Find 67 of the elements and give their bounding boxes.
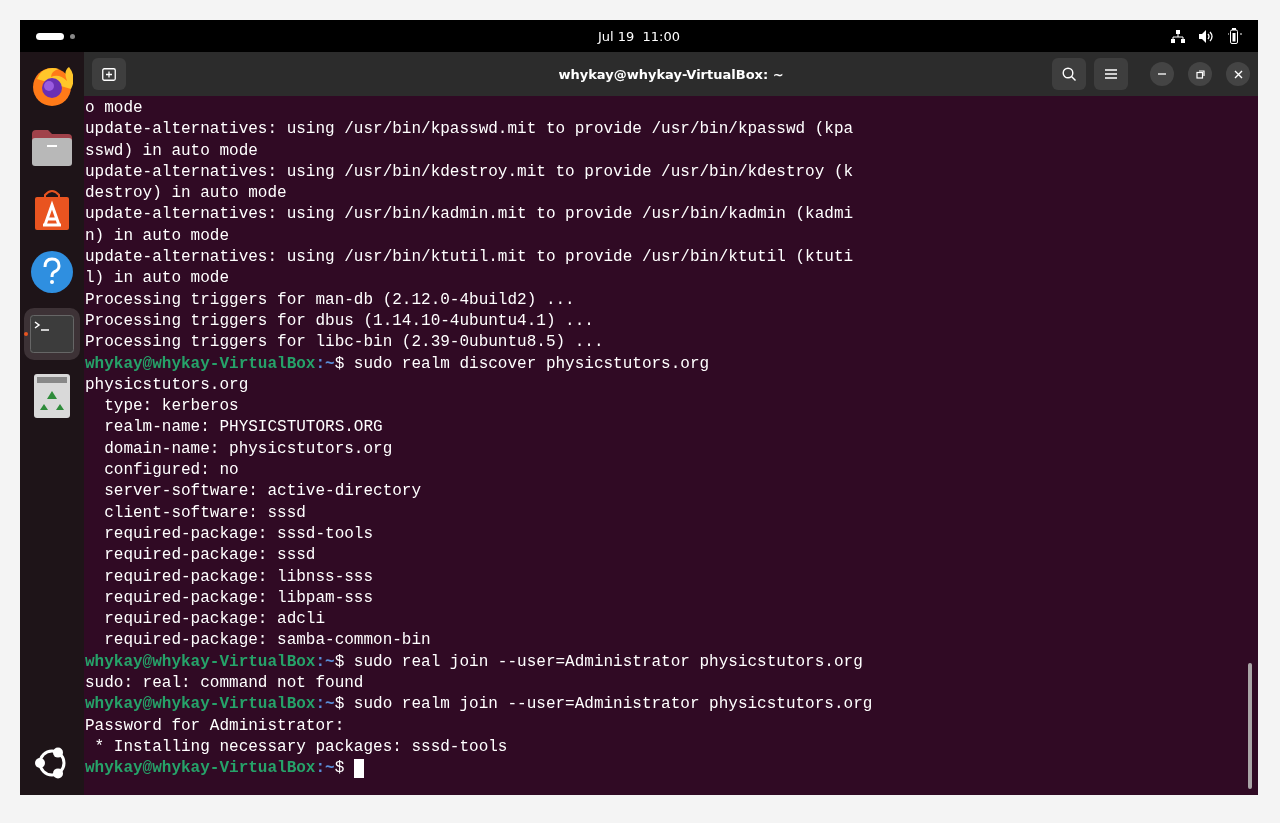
terminal-output-line: sswd) in auto mode <box>85 140 258 162</box>
recycle-bin-icon <box>34 374 70 418</box>
terminal-output-line: Processing triggers for dbus (1.14.10-4ubuntu4.1) ... <box>85 310 594 332</box>
prompt-path: :~ <box>315 353 335 375</box>
terminal-output-line: required-package: sssd <box>103 545 316 567</box>
volume-icon[interactable] <box>1199 29 1214 43</box>
prompt-path: :~ <box>315 694 335 716</box>
terminal-output-line: required-package: libpam-sss <box>103 587 374 609</box>
workspace-indicator[interactable] <box>36 32 64 40</box>
scrollbar-thumb[interactable] <box>1248 663 1252 789</box>
terminal-output-line: destroy) in auto mode <box>85 183 287 205</box>
window-title: whykay@whykay-VirtualBox: ~ <box>558 66 784 82</box>
terminal-output-line: * Installing necessary packages: sssd-tools <box>93 736 508 758</box>
terminal-output-line: update-alternatives: using /usr/bin/ktutil.mit to provide /usr/bin/ktutil (ktuti <box>85 247 854 269</box>
maximize-button[interactable] <box>1188 62 1212 86</box>
question-mark-icon <box>30 250 74 294</box>
prompt-path: :~ <box>315 758 335 780</box>
clock[interactable]: Jul 19 11:00 <box>597 28 681 44</box>
search-button[interactable] <box>1052 58 1086 90</box>
network-icon[interactable] <box>1171 29 1185 43</box>
terminal-output-line: update-alternatives: using /usr/bin/kdestroy.mit to provide /usr/bin/kdestroy (k <box>85 161 854 183</box>
terminal-output-line: physicstutors.org <box>85 374 249 396</box>
terminal-command: $ sudo realm join --user=Administrator physicstutors.org <box>334 694 873 716</box>
prompt-user-host: whykay@whykay-VirtualBox <box>85 651 316 673</box>
terminal-output-line: l) in auto mode <box>85 268 230 290</box>
running-indicator <box>24 332 28 336</box>
terminal-output-line: required-package: samba-common-bin <box>103 630 431 652</box>
terminal-output-line: Processing triggers for libc-bin (2.39-0ubuntu8.5) ... <box>85 332 604 354</box>
menu-button[interactable] <box>1094 58 1128 90</box>
prompt-user-host: whykay@whykay-VirtualBox <box>85 353 316 375</box>
terminal-command: $ sudo real join --user=Administrator physicstutors.org <box>334 651 863 673</box>
new-tab-icon <box>102 67 116 81</box>
terminal-icon <box>30 315 74 353</box>
menu-icon <box>1105 69 1117 79</box>
terminal-output-line: realm-name: PHYSICSTUTORS.ORG <box>103 417 383 439</box>
terminal-output-line: required-package: sssd-tools <box>103 523 374 545</box>
terminal-output-line: server-software: active-directory <box>103 481 422 503</box>
terminal-output-line: required-package: adcli <box>103 609 326 631</box>
workspace-dot[interactable] <box>70 33 75 39</box>
restore-icon <box>1195 69 1205 79</box>
new-tab-button[interactable] <box>92 58 126 90</box>
terminal-output-line: update-alternatives: using /usr/bin/kpasswd.mit to provide /usr/bin/kpasswd (kpa <box>85 119 854 141</box>
terminal-output-line: sudo: real: command not found <box>85 673 364 694</box>
folder-icon <box>30 128 74 168</box>
shopping-bag-icon <box>34 189 70 231</box>
terminal-output-line: o mode <box>85 98 143 119</box>
terminal-output-line: required-package: libnss-sss <box>103 566 374 588</box>
terminal-output-line: configured: no <box>103 460 239 482</box>
close-button[interactable] <box>1226 62 1250 86</box>
terminal-command: $ <box>334 758 346 780</box>
prompt-path: :~ <box>315 651 335 673</box>
terminal-output-line: client-software: sssd <box>103 502 306 524</box>
search-icon <box>1062 67 1076 81</box>
minimize-icon <box>1158 73 1166 75</box>
terminal-command: $ sudo realm discover physicstutors.org <box>334 353 710 375</box>
prompt-user-host: whykay@whykay-VirtualBox <box>85 694 316 716</box>
terminal-output-line: Password for Administrator: <box>85 715 345 737</box>
terminal-output-line: domain-name: physicstutors.org <box>103 438 393 460</box>
terminal-output-line: type: kerberos <box>103 396 239 418</box>
terminal-output-line: Processing triggers for man-db (2.12.0-4build2) ... <box>85 289 575 311</box>
prompt-user-host: whykay@whykay-VirtualBox <box>85 758 316 780</box>
terminal-output-line: n) in auto mode <box>85 225 230 247</box>
fox-globe-icon <box>31 65 73 107</box>
terminal-output-line: update-alternatives: using /usr/bin/kadmin.mit to provide /usr/bin/kadmin (kadmi <box>85 204 854 226</box>
close-icon <box>1233 69 1243 79</box>
battery-icon[interactable] <box>1228 28 1242 44</box>
minimize-button[interactable] <box>1150 62 1174 86</box>
